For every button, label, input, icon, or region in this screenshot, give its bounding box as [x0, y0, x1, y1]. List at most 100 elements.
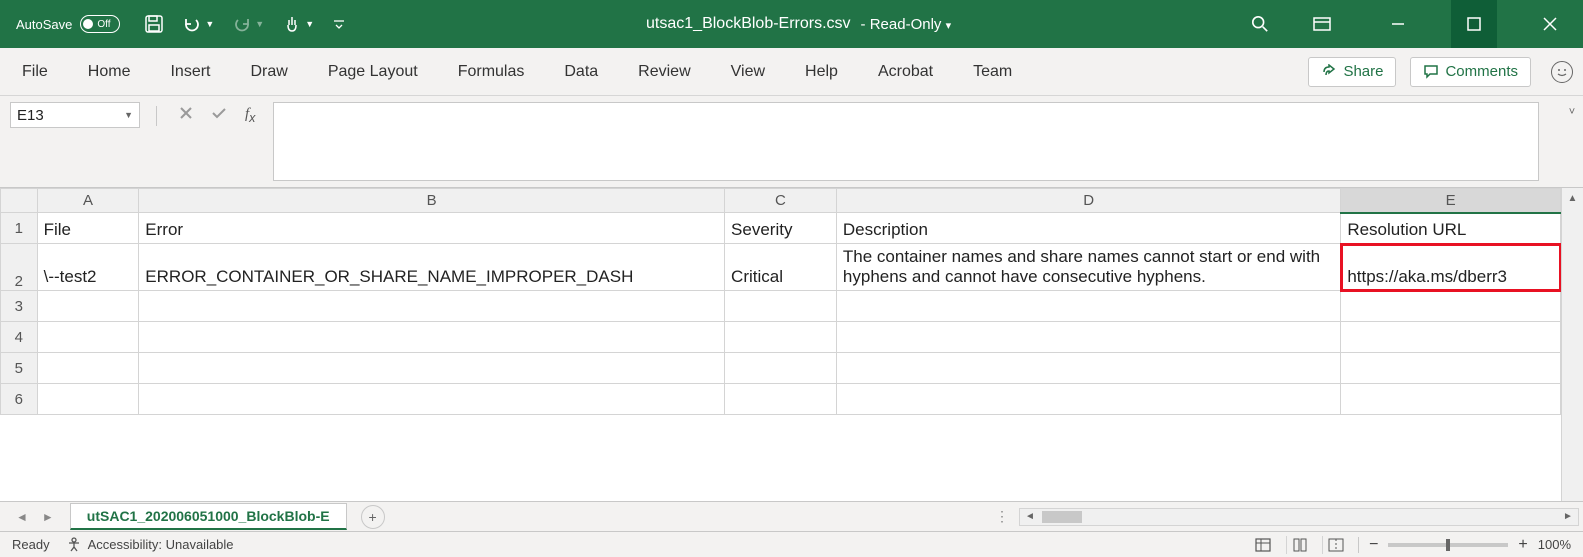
cell-b4[interactable] [139, 322, 725, 353]
sheet-split-handle[interactable]: ⋮ [987, 508, 1019, 525]
tab-page-layout[interactable]: Page Layout [326, 59, 420, 85]
vertical-scrollbar[interactable]: ▲ [1561, 188, 1583, 501]
cell-c1[interactable]: Severity [725, 213, 837, 244]
ribbon-display-button[interactable] [1299, 0, 1345, 48]
close-button[interactable] [1527, 0, 1573, 48]
add-sheet-button[interactable]: + [361, 505, 385, 529]
col-header-c[interactable]: C [725, 189, 837, 213]
row-header-1[interactable]: 1 [1, 213, 38, 244]
col-header-e[interactable]: E [1341, 189, 1561, 213]
horizontal-scrollbar[interactable]: ◄ ► [1019, 508, 1579, 526]
cell-e3[interactable] [1341, 291, 1561, 322]
scroll-right-icon[interactable]: ► [1558, 511, 1578, 522]
cell-a4[interactable] [37, 322, 139, 353]
readonly-indicator[interactable]: - Read-Only ▾ [861, 16, 952, 33]
autosave-toggle[interactable]: AutoSave Off [16, 15, 120, 33]
row-header-4[interactable]: 4 [1, 322, 38, 353]
row-header-3[interactable]: 3 [1, 291, 38, 322]
formula-input[interactable] [273, 102, 1539, 181]
col-header-d[interactable]: D [836, 189, 1340, 213]
tab-file[interactable]: File [20, 59, 50, 85]
tab-help[interactable]: Help [803, 59, 840, 85]
sheet-tab-active[interactable]: utSAC1_202006051000_BlockBlob-E [70, 503, 347, 530]
cell-d1[interactable]: Description [836, 213, 1340, 244]
sheet-next-button[interactable]: ► [42, 510, 54, 524]
cell-a2[interactable]: \--test2 [37, 244, 139, 291]
cell-c2[interactable]: Critical [725, 244, 837, 291]
cell-d3[interactable] [836, 291, 1340, 322]
cell-c3[interactable] [725, 291, 837, 322]
customize-qat-button[interactable] [332, 17, 346, 31]
cell-b1[interactable]: Error [139, 213, 725, 244]
toggle-switch[interactable]: Off [80, 15, 120, 33]
cell-d5[interactable] [836, 353, 1340, 384]
cell-e5[interactable] [1341, 353, 1561, 384]
tab-acrobat[interactable]: Acrobat [876, 59, 935, 85]
zoom-out-button[interactable]: − [1369, 536, 1378, 554]
cell-a1[interactable]: File [37, 213, 139, 244]
cell-e1[interactable]: Resolution URL [1341, 213, 1561, 244]
share-button[interactable]: Share [1308, 57, 1396, 87]
formula-expand-button[interactable]: ˅ [1561, 96, 1583, 187]
select-all-corner[interactable] [1, 189, 38, 213]
grid[interactable]: A B C D E 1 File Error Severity Descript… [0, 188, 1561, 501]
cell-b5[interactable] [139, 353, 725, 384]
feedback-button[interactable] [1551, 61, 1573, 83]
page-break-view-button[interactable] [1322, 536, 1348, 554]
cell-b3[interactable] [139, 291, 725, 322]
page-layout-view-button[interactable] [1286, 536, 1312, 554]
tab-insert[interactable]: Insert [168, 59, 212, 85]
undo-button[interactable]: ▼ [182, 14, 214, 34]
cell-e2[interactable]: https://aka.ms/dberr3 [1341, 244, 1561, 291]
maximize-button[interactable] [1451, 0, 1497, 48]
search-button[interactable] [1251, 15, 1269, 33]
sheet-prev-button[interactable]: ◄ [16, 510, 28, 524]
tab-formulas[interactable]: Formulas [456, 59, 527, 85]
cell-d4[interactable] [836, 322, 1340, 353]
cancel-formula-button[interactable] [179, 106, 193, 120]
row-header-5[interactable]: 5 [1, 353, 38, 384]
tab-review[interactable]: Review [636, 59, 692, 85]
minimize-button[interactable] [1375, 0, 1421, 48]
tab-data[interactable]: Data [562, 59, 600, 85]
normal-view-button[interactable] [1250, 536, 1276, 554]
scroll-up-icon[interactable]: ▲ [1562, 188, 1583, 208]
spreadsheet[interactable]: A B C D E 1 File Error Severity Descript… [0, 188, 1561, 415]
zoom-level[interactable]: 100% [1538, 537, 1571, 552]
col-header-a[interactable]: A [37, 189, 139, 213]
save-button[interactable] [144, 14, 164, 34]
comments-button[interactable]: Comments [1410, 57, 1531, 87]
touch-mode-button[interactable]: ▼ [282, 14, 314, 34]
cell-c5[interactable] [725, 353, 837, 384]
row-header-2[interactable]: 2 [1, 244, 38, 291]
cell-c6[interactable] [725, 384, 837, 415]
accessibility-status[interactable]: Accessibility: Unavailable [66, 537, 234, 553]
cell-b6[interactable] [139, 384, 725, 415]
fx-icon[interactable]: fx [245, 106, 255, 125]
cell-e6[interactable] [1341, 384, 1561, 415]
cell-b2[interactable]: ERROR_CONTAINER_OR_SHARE_NAME_IMPROPER_D… [139, 244, 725, 291]
scroll-thumb[interactable] [1042, 511, 1082, 523]
cell-a3[interactable] [37, 291, 139, 322]
zoom-in-button[interactable]: + [1518, 536, 1527, 554]
cell-c4[interactable] [725, 322, 837, 353]
normal-view-icon [1255, 538, 1271, 552]
cell-d6[interactable] [836, 384, 1340, 415]
row-header-6[interactable]: 6 [1, 384, 38, 415]
cell-a5[interactable] [37, 353, 139, 384]
tab-home[interactable]: Home [86, 59, 133, 85]
enter-formula-button[interactable] [211, 106, 227, 120]
tab-view[interactable]: View [729, 59, 767, 85]
tab-team[interactable]: Team [971, 59, 1014, 85]
tab-draw[interactable]: Draw [248, 59, 289, 85]
zoom-thumb[interactable] [1446, 539, 1450, 551]
col-header-b[interactable]: B [139, 189, 725, 213]
redo-button[interactable]: ▼ [232, 14, 264, 34]
cell-a6[interactable] [37, 384, 139, 415]
name-box[interactable]: E13 ▼ [10, 102, 140, 128]
cell-e4[interactable] [1341, 322, 1561, 353]
zoom-slider[interactable] [1388, 543, 1508, 547]
cell-d2[interactable]: The container names and share names cann… [836, 244, 1340, 291]
scroll-left-icon[interactable]: ◄ [1020, 511, 1040, 522]
status-ready: Ready [12, 537, 50, 552]
